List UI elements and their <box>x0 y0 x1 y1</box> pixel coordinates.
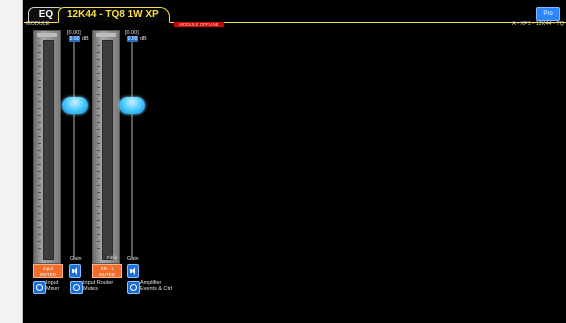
input-router-mutes-link[interactable]: Input Router Mutes <box>83 280 113 292</box>
meter-well <box>43 40 54 260</box>
router-level-meter: Fdbk <box>92 30 120 264</box>
input-router-link-icon[interactable] <box>70 281 83 294</box>
gain-label-2: Gain <box>127 256 139 262</box>
input-level-meter <box>33 30 61 264</box>
amplifier-events-link[interactable]: Amplifier Events & Ctrl <box>140 280 172 292</box>
gain-fader-knob-2[interactable] <box>119 97 145 114</box>
meter-header <box>96 33 116 37</box>
gain-unit-2: dB <box>140 36 147 42</box>
module-status-badge: MODULE OFFLINE <box>174 22 224 27</box>
gain-label-1: Gain <box>70 256 82 262</box>
tab-module[interactable]: 12K44 - TQ8 1W XP <box>58 7 170 23</box>
gain-fader-track-2[interactable] <box>131 40 133 258</box>
amplifier-link-icon[interactable] <box>127 281 140 294</box>
tab-bar: EQ 12K44 - TQ8 1W XP <box>24 6 566 23</box>
link-label-line2: Mixer <box>46 286 60 292</box>
pro-button[interactable]: Pro <box>536 7 560 21</box>
meter-well <box>102 40 113 260</box>
mute-label-line2: MUTED <box>40 272 56 277</box>
input-mixer-link-icon[interactable] <box>33 281 46 294</box>
input-mixer-link[interactable]: Input Mixer <box>46 280 59 292</box>
gain-fader-knob-1[interactable] <box>62 97 88 114</box>
link-label-line2: Mutes <box>83 286 98 292</box>
router-mute-button[interactable]: XR - 1 MUTED <box>92 264 122 278</box>
module-label: MODULE <box>26 21 50 27</box>
meter-ticks <box>38 45 41 250</box>
speaker-icon[interactable] <box>127 264 139 278</box>
meter-header <box>37 33 57 37</box>
meter-ticks <box>97 45 100 250</box>
mute-label-line2: MUTED <box>99 272 115 277</box>
input-mute-button[interactable]: Input MUTED <box>33 264 63 278</box>
gain-fader-track-1[interactable] <box>73 40 75 258</box>
gain-unit-1: dB <box>82 36 89 42</box>
meter-foot-label: Fdbk <box>106 255 117 260</box>
left-sidebar <box>0 0 23 323</box>
module-path: A - XP1 - 12K44 - TQ <box>512 21 564 27</box>
link-label-line2: Events & Ctrl <box>140 286 173 292</box>
speaker-icon[interactable] <box>69 264 81 278</box>
